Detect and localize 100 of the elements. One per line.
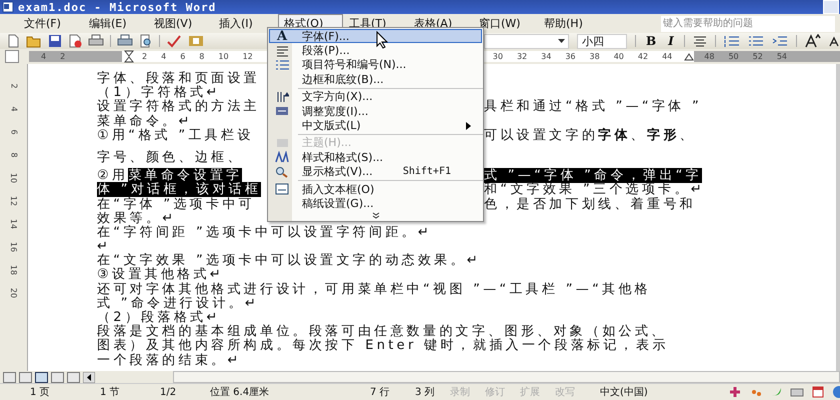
font-name-dropdown[interactable]	[484, 34, 569, 48]
menu-item[interactable]: 调整宽度(I)...	[269, 104, 482, 118]
italic-button[interactable]: I	[666, 34, 676, 48]
ruler-number: 40	[614, 52, 624, 60]
document-text: ②用	[97, 168, 128, 184]
scroll-left-icon[interactable]	[83, 372, 95, 382]
ruler-number: 2	[142, 52, 148, 60]
document-text: ↵	[97, 239, 112, 254]
shrink-font-icon[interactable]	[828, 35, 839, 47]
paragraph-icon	[276, 44, 288, 57]
status-text: 1 节	[100, 386, 121, 399]
bullet-list-icon[interactable]	[748, 35, 764, 47]
document-text: 图表）及其他内容所构成。每次按下 Enter 键时，就插入一个段落标记，表示	[97, 338, 669, 354]
text-direction-icon	[276, 90, 288, 103]
align-center-icon[interactable]	[692, 35, 707, 47]
document-text: 在“文字效果 ”选项卡中可以设置文字的动态效果。↵	[97, 253, 481, 268]
globe-icon[interactable]	[832, 386, 840, 398]
mouse-cursor-icon	[376, 31, 388, 49]
permission-icon[interactable]	[68, 34, 82, 48]
research-icon[interactable]	[188, 34, 204, 48]
document-text: 段落是文档的基本组成单位。段落可由任意数量的文字、图形、对象（如公式、	[97, 324, 668, 340]
menu-item[interactable]: 段落(P)...	[269, 43, 482, 58]
document-text: 色，是否加下划线、着重号和	[484, 196, 696, 212]
ruler-number: 34	[541, 52, 552, 60]
ruler-number: 8	[199, 52, 204, 60]
menu-item[interactable]: 样式和格式(S)...	[269, 150, 482, 165]
ruler-number: 50	[728, 52, 739, 60]
tab-selector[interactable]	[5, 50, 19, 63]
menu-item[interactable]: 插入文本框(O)	[269, 182, 482, 196]
ruler-number: 2	[10, 83, 18, 89]
menu-item[interactable]: 显示格式(V)... Shift+F1	[269, 164, 482, 179]
document-text: （2）段落格式↵	[97, 310, 221, 325]
menu-item[interactable]: 视图(V)	[148, 14, 213, 33]
outline-view-button[interactable]	[51, 372, 64, 382]
document-text: 在“字体 ”选项卡中可	[97, 196, 255, 212]
keyboard-icon[interactable]	[790, 386, 804, 398]
menu-item[interactable]: 边框和底纹(B)...	[269, 72, 482, 87]
ruler-number: 10	[10, 172, 18, 184]
ruler-number: 2	[60, 52, 66, 60]
status-text: 1 页	[30, 386, 51, 399]
ruler-number: 6	[10, 129, 18, 135]
indent-icon[interactable]	[772, 35, 788, 47]
ruler-number: 16	[10, 242, 18, 252]
help-search-field[interactable]: 键入需要帮助的问题	[661, 16, 835, 32]
input-method-icon[interactable]	[728, 386, 742, 398]
menu-item[interactable]: 中文版式(L)	[269, 118, 482, 133]
bullet-list-icon	[276, 58, 288, 71]
reading-view-button[interactable]	[67, 372, 80, 382]
ruler-number: 36	[565, 52, 576, 60]
document-text: 具栏和通过“格式 ”—“字体 ”	[484, 99, 702, 114]
print-view-button[interactable]	[35, 372, 48, 382]
status-text: 中文(中国)	[600, 386, 649, 399]
grow-font-icon[interactable]	[804, 34, 821, 48]
ruler-number: 4	[41, 52, 46, 60]
ruler-number: 52	[752, 52, 763, 60]
status-text: 位置 6.4厘米	[210, 386, 270, 399]
menu-item[interactable]: 帮助(H)	[538, 14, 603, 33]
document-text: 一个段落的结束。↵	[97, 352, 242, 368]
printer-icon[interactable]	[117, 34, 133, 48]
printer-icon[interactable]	[88, 34, 104, 48]
document-text: 菜单命令设置字	[128, 168, 242, 184]
status-text: 3 列	[415, 386, 436, 399]
horizontal-scrollbar[interactable]	[173, 371, 840, 383]
document-text: 在“字符间距 ”选项卡中可以设置字符间距。↵	[97, 224, 432, 240]
save-icon[interactable]	[48, 34, 62, 48]
document-text: 字体、段落和页面设置	[97, 71, 260, 86]
menu-item[interactable]: A 字体(F)...	[269, 29, 482, 44]
indent-marker-icon[interactable]	[124, 50, 134, 64]
document-text: （1）字符格式↵	[97, 85, 221, 100]
document-text: 和“文字效果 ”三个选项卡。↵	[484, 182, 705, 198]
ruler-number: 14	[10, 218, 18, 230]
spelling-icon[interactable]	[166, 34, 182, 48]
bold-button[interactable]: B	[644, 34, 658, 48]
font-size-dropdown[interactable]: 小四	[577, 34, 627, 48]
document-text: 可以设置文字的字体、字形、	[484, 128, 696, 143]
menu-item[interactable]: 项目符号和编号(N)...	[269, 58, 482, 72]
status-text: 7 行	[370, 386, 391, 399]
text-box-icon	[275, 183, 289, 196]
ruler-number: 8	[10, 152, 18, 158]
normal-view-button[interactable]	[3, 372, 16, 382]
document-text: ①用“格式 ”工具栏设	[97, 128, 254, 143]
ruler-number: 4	[10, 106, 18, 112]
menu-item[interactable]: 文件(F)	[18, 14, 83, 33]
print-preview-icon[interactable]	[139, 34, 153, 48]
menu-item[interactable]: 文字方向(X)...	[269, 90, 482, 104]
document-text: 体 ”对话框，该对话框	[97, 182, 262, 198]
right-indent-marker-icon[interactable]	[684, 52, 694, 60]
ruler-number: 48	[704, 52, 714, 60]
menu-item[interactable]: 稿纸设置(G)...	[269, 196, 482, 211]
ruler-number: 18	[10, 264, 18, 276]
numbered-list-icon[interactable]	[724, 35, 740, 47]
web-view-button[interactable]	[19, 372, 32, 382]
caret-icon	[558, 39, 565, 43]
expand-chevron-icon[interactable]	[372, 212, 380, 219]
menu-item[interactable]: 编辑(E)	[83, 14, 148, 33]
window-icon[interactable]	[812, 386, 824, 398]
ruler-number: 20	[10, 288, 18, 298]
window-title: exam1.doc - Microsoft Word	[18, 0, 218, 14]
document-icon	[2, 1, 14, 13]
ruler-number: 42	[638, 52, 648, 60]
